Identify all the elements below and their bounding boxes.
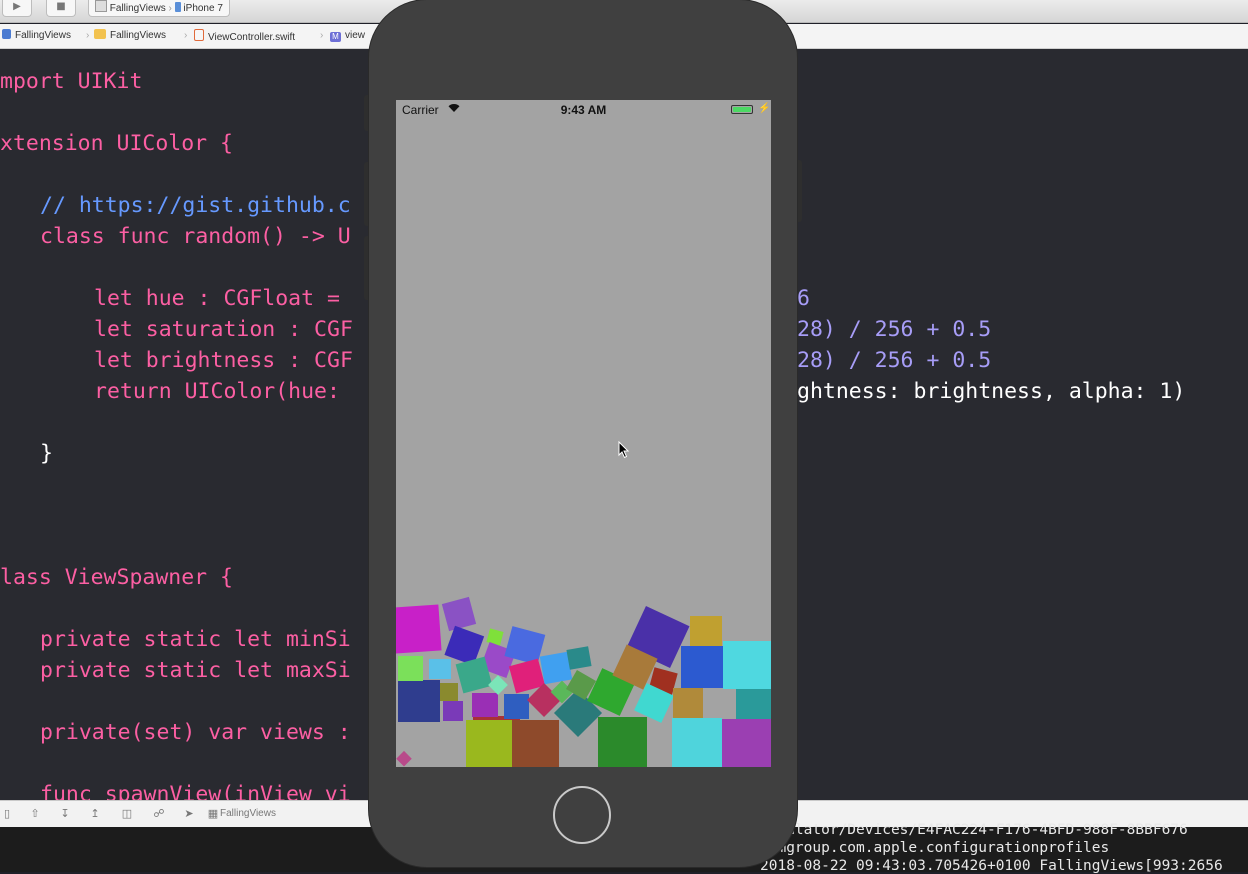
code-line: 6	[797, 286, 810, 311]
location-icon[interactable]: ➤	[182, 807, 196, 821]
falling-square	[488, 675, 508, 695]
continue-icon[interactable]: ⇧	[28, 807, 42, 821]
stop-icon: ■	[56, 1, 66, 12]
falling-square	[681, 646, 723, 688]
mouse-cursor-icon	[618, 441, 630, 459]
code-line: class func random() -> U	[40, 224, 351, 249]
project-icon	[2, 29, 11, 39]
falling-square	[672, 718, 722, 767]
falling-views-canvas	[396, 596, 771, 767]
breadcrumb-item-project[interactable]: FallingViews	[2, 29, 71, 43]
target-icon: ▦	[207, 807, 219, 820]
falling-square	[398, 656, 423, 681]
falling-square	[396, 750, 412, 767]
falling-square	[512, 720, 559, 767]
falling-square	[398, 680, 440, 722]
code-line: private(set) var views :	[40, 720, 351, 745]
step-into-icon[interactable]: ↥	[88, 807, 102, 821]
memory-graph-icon[interactable]: ☍	[152, 807, 166, 821]
code-line: lass ViewSpawner {	[0, 565, 233, 590]
code-line: // https://gist.github.c	[40, 193, 351, 218]
scheme-app-label: FallingViews	[109, 3, 166, 14]
chevron-right-icon: ›	[184, 30, 188, 41]
falling-square	[443, 701, 463, 721]
code-line: 28) / 256 + 0.5	[797, 348, 992, 373]
falling-square	[429, 659, 451, 679]
falling-square	[723, 641, 771, 689]
falling-square	[722, 719, 771, 767]
debug-target-label: FallingViews	[220, 808, 276, 819]
code-line: }	[40, 441, 53, 466]
folder-icon	[94, 29, 106, 39]
code-line: private static let maxSi	[40, 658, 351, 683]
chevron-right-icon: ›	[320, 30, 324, 41]
simulator-screen[interactable]: Carrier 9:43 AM ⚡	[396, 100, 771, 767]
code-line: mport UIKit	[0, 69, 143, 94]
breadcrumb-item-file[interactable]: ViewController.swift	[194, 29, 295, 45]
code-line: func spawnView(inView vi	[40, 782, 351, 800]
falling-square	[690, 616, 722, 646]
falling-square	[598, 717, 647, 767]
home-button[interactable]	[553, 786, 611, 844]
device-icon	[174, 2, 181, 12]
play-icon: ▶	[13, 1, 21, 12]
falling-square	[440, 683, 458, 701]
falling-square	[736, 689, 771, 719]
stop-button[interactable]: ■	[46, 0, 76, 17]
falling-square	[472, 693, 498, 717]
code-line: let saturation : CGF	[94, 317, 353, 342]
view-hierarchy-icon[interactable]: ◫	[120, 807, 134, 821]
method-icon: M	[330, 32, 341, 42]
console-line: temgroup.com.apple.configurationprofiles	[760, 840, 1110, 856]
falling-square	[539, 651, 573, 685]
code-line: xtension UIColor {	[0, 131, 233, 156]
falling-square	[504, 694, 529, 719]
falling-square	[673, 688, 703, 718]
hide-debug-area-icon[interactable]: ▯	[0, 807, 14, 821]
step-over-icon[interactable]: ↧	[58, 807, 72, 821]
code-line: let hue : CGFloat =	[94, 286, 353, 311]
run-button[interactable]: ▶	[2, 0, 32, 17]
falling-square	[441, 596, 477, 632]
scheme-device-label: iPhone 7	[183, 3, 223, 14]
code-line: private static let minSi	[40, 627, 351, 652]
chevron-right-icon: ›	[86, 30, 90, 41]
falling-square	[466, 720, 512, 767]
breadcrumb-item-symbol[interactable]: Mview	[330, 29, 365, 43]
code-line: let brightness : CGF	[94, 348, 353, 373]
scheme-selector[interactable]: FallingViews › iPhone 7	[88, 0, 230, 17]
app-icon	[95, 0, 107, 12]
falling-square	[566, 646, 592, 670]
falling-square	[396, 604, 442, 654]
console-line: Simulator/Devices/E4FAC224-F176-4BFD-988…	[760, 822, 1188, 838]
code-line: 28) / 256 + 0.5	[797, 317, 992, 342]
code-line: return UIColor(hue:	[94, 379, 353, 404]
breadcrumb-item-group[interactable]: FallingViews	[94, 29, 166, 43]
code-line: ghtness: brightness, alpha: 1)	[797, 379, 1186, 404]
falling-square	[486, 628, 504, 646]
swift-file-icon	[194, 29, 204, 41]
